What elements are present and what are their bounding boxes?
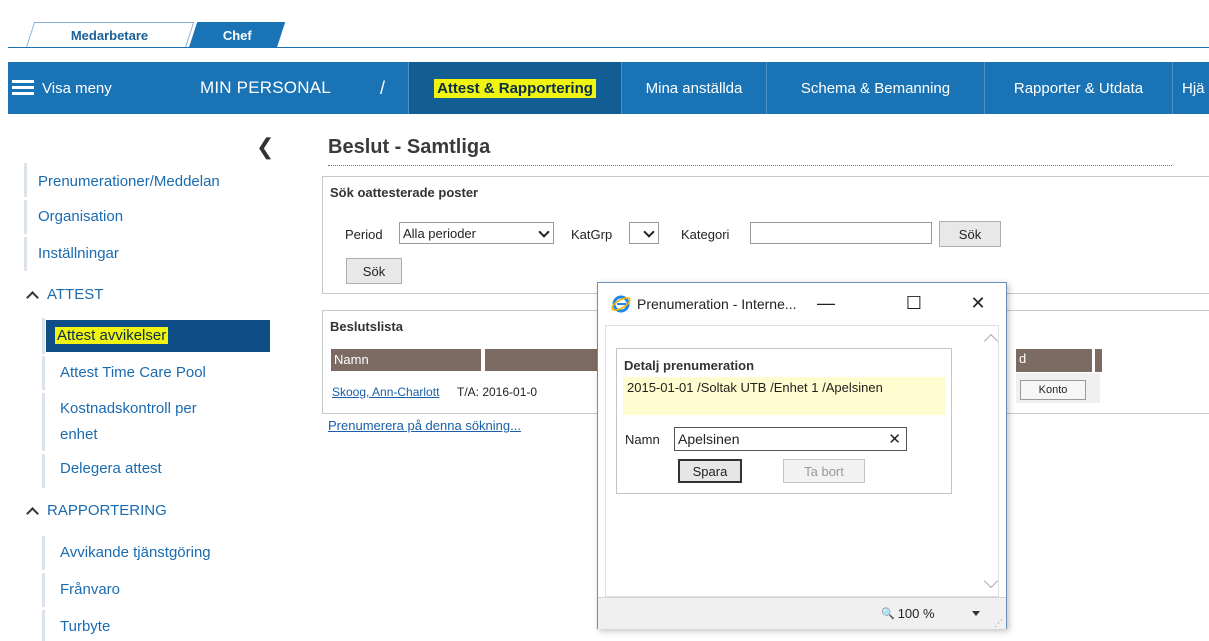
search-panel: Sök oattesterade poster Period Alla peri… xyxy=(322,176,1209,294)
sidebar-item-kostnadskontroll-line2[interactable]: enhet xyxy=(60,426,98,443)
show-menu-button[interactable]: Visa meny xyxy=(12,62,112,114)
tab-medarbetare[interactable]: Medarbetare xyxy=(25,22,195,48)
sidebar-item-attest-time-care-pool[interactable]: Attest Time Care Pool xyxy=(60,364,206,381)
sidebar-indent xyxy=(42,536,45,570)
page-title: Beslut - Samtliga xyxy=(328,136,491,158)
period-select-value: Alla perioder xyxy=(403,225,476,241)
chevron-down-icon xyxy=(643,226,655,238)
sidebar-indent xyxy=(42,610,45,641)
clear-input-icon[interactable]: ✕ xyxy=(888,430,901,448)
nav-schema-bemanning[interactable]: Schema & Bemanning xyxy=(766,62,984,114)
section-title: MIN PERSONAL xyxy=(200,78,331,97)
popup-content: Detalj prenumeration 2015-01-01 /Soltak … xyxy=(605,325,999,597)
sidebar-item-kostnadskontroll[interactable]: Kostnadskontroll per xyxy=(60,400,197,417)
kategori-label: Kategori xyxy=(681,227,730,242)
zoom-dropdown-icon[interactable] xyxy=(972,611,980,616)
sidebar-item-delegera-attest[interactable]: Delegera attest xyxy=(60,460,162,477)
search-button[interactable]: Sök xyxy=(346,258,402,284)
sidebar-section-attest[interactable]: ATTEST xyxy=(26,286,103,304)
column-header[interactable] xyxy=(485,349,605,371)
katgrp-select[interactable] xyxy=(629,222,659,244)
popup-status-bar: 🔍 100 % ⋰ xyxy=(598,597,1006,629)
nav-hjalp[interactable]: Hjä xyxy=(1172,62,1209,114)
sidebar-indent xyxy=(42,454,45,488)
subscription-detail-panel: Detalj prenumeration 2015-01-01 /Soltak … xyxy=(616,348,952,494)
show-menu-label: Visa meny xyxy=(42,79,112,97)
zoom-level: 100 % xyxy=(897,606,935,621)
search-button-kategori[interactable]: Sök xyxy=(939,221,1001,247)
hamburger-icon xyxy=(12,80,34,96)
sidebar-indent xyxy=(24,200,27,234)
decision-list-header: Beslutslista xyxy=(330,319,403,334)
sidebar-item-franvaro[interactable]: Frånvaro xyxy=(60,581,120,598)
nav-attest-rapportering[interactable]: Attest & Rapportering xyxy=(408,62,621,114)
breadcrumb-separator: / xyxy=(380,77,386,98)
resize-grip-icon[interactable]: ⋰ xyxy=(994,618,1003,629)
detail-header: Detalj prenumeration xyxy=(624,358,755,373)
sidebar-indent xyxy=(42,573,45,607)
delete-button[interactable]: Ta bort xyxy=(783,459,865,483)
sidebar-item-organisation[interactable]: Organisation xyxy=(38,208,123,225)
popup-title: Prenumeration - Interne... xyxy=(637,296,797,312)
chevron-down-icon xyxy=(538,226,550,238)
konto-button[interactable]: Konto xyxy=(1020,380,1086,400)
sidebar-item-avvikande-tjanstgoring[interactable]: Avvikande tjänstgöring xyxy=(60,544,211,561)
subscribe-search-link[interactable]: Prenumerera på denna sökning... xyxy=(328,418,521,433)
popup-titlebar[interactable]: Prenumeration - Interne... — ☐ ✕ xyxy=(598,283,1006,325)
sidebar-indent xyxy=(42,318,45,354)
zoom-icon: 🔍 xyxy=(881,608,895,620)
name-label: Namn xyxy=(625,432,660,447)
sidebar-item-prenumerationer[interactable]: Prenumerationer/Meddelan xyxy=(38,173,270,190)
employee-link[interactable]: Skoog, Ann-Charlott xyxy=(332,385,439,399)
zoom-control[interactable]: 🔍 100 % xyxy=(881,606,935,621)
scroll-up-icon[interactable] xyxy=(983,333,999,349)
search-panel-header: Sök oattesterade poster xyxy=(330,185,479,200)
sidebar-indent xyxy=(42,393,45,451)
sidebar-item-attest-avvikelser[interactable]: Attest avvikelser xyxy=(46,320,270,352)
column-header-name[interactable]: Namn xyxy=(331,349,481,371)
tab-chef[interactable]: Chef xyxy=(188,22,286,48)
period-label: Period xyxy=(345,227,383,242)
minimize-icon[interactable]: — xyxy=(812,291,840,315)
kategori-input[interactable] xyxy=(750,222,932,244)
column-header-right[interactable]: d xyxy=(1016,349,1102,372)
internet-explorer-icon xyxy=(611,295,631,313)
caret-up-icon xyxy=(26,290,39,304)
subscription-popup-window: Prenumeration - Interne... — ☐ ✕ Detalj … xyxy=(597,282,1007,629)
save-button[interactable]: Spara xyxy=(678,459,742,483)
sidebar-section-rapportering[interactable]: RAPPORTERING xyxy=(26,502,167,520)
main-navbar: Visa meny MIN PERSONAL / Attest & Rappor… xyxy=(8,62,1209,114)
row-period-text: T/A: 2016-01-0 xyxy=(457,385,538,399)
maximize-icon[interactable]: ☐ xyxy=(900,291,928,315)
name-input-value: Apelsinen xyxy=(678,431,740,447)
period-select[interactable]: Alla perioder xyxy=(399,222,554,244)
sidebar-item-turbyte[interactable]: Turbyte xyxy=(60,618,110,635)
collapse-sidebar-icon[interactable]: ❮ xyxy=(256,134,274,160)
close-icon[interactable]: ✕ xyxy=(964,291,992,315)
top-tab-strip: Medarbetare Chef xyxy=(0,0,1209,48)
sidebar-indent xyxy=(24,237,27,271)
tab-underline xyxy=(8,47,1209,48)
name-input[interactable]: Apelsinen ✕ xyxy=(674,427,907,451)
sidebar-item-installningar[interactable]: Inställningar xyxy=(38,245,119,262)
scroll-down-icon[interactable] xyxy=(983,573,999,589)
katgrp-label: KatGrp xyxy=(571,227,613,242)
sidebar-indent xyxy=(42,356,45,390)
subscription-description: 2015-01-01 /Soltak UTB /Enhet 1 /Apelsin… xyxy=(623,377,945,415)
caret-up-icon xyxy=(26,506,39,520)
nav-rapporter-utdata[interactable]: Rapporter & Utdata xyxy=(984,62,1172,114)
title-divider xyxy=(328,165,1172,166)
sidebar-indent xyxy=(24,163,27,197)
nav-mina-anstallda[interactable]: Mina anställda xyxy=(621,62,766,114)
